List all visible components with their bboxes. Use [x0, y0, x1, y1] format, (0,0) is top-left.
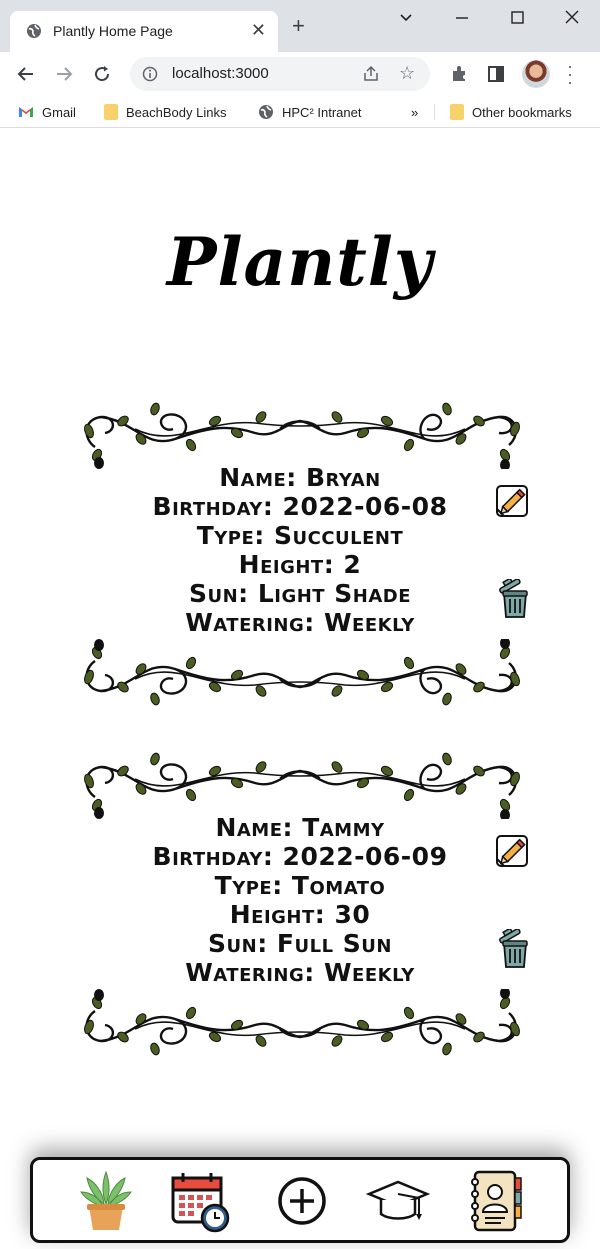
new-tab-icon[interactable]: + [292, 15, 305, 37]
vine-border-top [81, 400, 523, 469]
plant-info: Name: Bryan Birthday: 2022-06-08 Type: S… [70, 463, 530, 637]
plant-height: Height: 2 [238, 550, 362, 579]
bookmarks-overflow[interactable]: » [411, 102, 418, 122]
bookmark-divider [434, 104, 435, 120]
plant-birthday: Birthday: 2022-06-08 [152, 492, 448, 521]
gmail-icon [19, 107, 33, 117]
bookmark-intranet[interactable]: HPC² Intranet [258, 102, 361, 122]
bookmark-gmail[interactable]: Gmail [18, 102, 76, 122]
vine-border-bottom [81, 989, 523, 1058]
app-logo: Plantly [166, 223, 434, 301]
url-text: localhost:3000 [172, 65, 269, 82]
close-tab-icon[interactable]: ✕ [251, 20, 266, 41]
bookmark-beachbody[interactable]: BeachBody Links [104, 102, 226, 122]
plant-card: Name: Tammy Birthday: 2022-06-09 Type: T… [70, 749, 532, 1058]
plant-height: Height: 30 [229, 900, 371, 929]
back-icon[interactable] [16, 64, 36, 84]
site-info-icon[interactable] [142, 66, 158, 82]
bookmark-label: BeachBody Links [126, 104, 227, 120]
plant-name: Name: Tammy [215, 813, 385, 842]
globe-icon [27, 24, 41, 38]
bookmark-label: HPC² Intranet [282, 104, 362, 120]
plant-type: Type: Tomato [214, 871, 386, 900]
browser-toolbar: localhost:3000 ☆ · · · [0, 52, 600, 96]
globe-icon [259, 105, 273, 119]
share-icon[interactable] [362, 65, 380, 83]
plant-info: Name: Tammy Birthday: 2022-06-09 Type: T… [70, 813, 530, 987]
overflow-chevron-icon: » [411, 104, 419, 120]
minimize-icon[interactable] [450, 8, 474, 28]
edit-icon[interactable] [494, 831, 532, 869]
edit-icon[interactable] [494, 481, 532, 519]
bookmark-label: Other bookmarks [472, 104, 572, 120]
plant-watering: Watering: Weekly [185, 958, 415, 987]
tab-title: Plantly Home Page [53, 23, 173, 39]
address-book-icon[interactable] [463, 1168, 529, 1234]
reload-icon[interactable] [92, 64, 112, 84]
bookmark-other[interactable]: Other bookmarks [450, 102, 572, 122]
address-bar[interactable]: localhost:3000 ☆ [130, 57, 430, 91]
plant-birthday: Birthday: 2022-06-09 [152, 842, 448, 871]
bottom-nav-bar [30, 1157, 570, 1243]
bookmark-label: Gmail [42, 104, 76, 120]
close-window-icon[interactable] [560, 8, 584, 28]
trash-icon[interactable] [497, 579, 531, 619]
browser-tab[interactable]: Plantly Home Page ✕ [10, 11, 278, 52]
plant-card: Name: Bryan Birthday: 2022-06-08 Type: S… [70, 399, 532, 708]
menu-icon[interactable]: · · · [567, 57, 573, 91]
side-panel-icon[interactable] [486, 64, 506, 84]
plant-name: Name: Bryan [219, 463, 381, 492]
add-circle-icon[interactable] [269, 1168, 335, 1234]
bookmarks-bar: Gmail BeachBody Links HPC² Intranet » Ot… [0, 96, 600, 128]
browser-tabstrip: Plantly Home Page ✕ + [0, 0, 600, 52]
trash-icon[interactable] [497, 929, 531, 969]
bookmark-star-icon[interactable]: ☆ [399, 63, 415, 84]
plant-pot-icon[interactable] [73, 1168, 139, 1234]
vine-border-top [81, 750, 523, 819]
folder-icon [450, 104, 464, 120]
page-content: Plantly Name: Bryan Birthday: 2022-06-08… [0, 129, 600, 1249]
calendar-clock-icon[interactable] [167, 1168, 233, 1234]
profile-avatar[interactable] [522, 60, 550, 88]
graduation-cap-icon[interactable] [365, 1168, 431, 1234]
folder-icon [104, 104, 118, 120]
plant-sun: Sun: Full Sun [208, 929, 392, 958]
tab-search-chevron-icon[interactable] [394, 8, 418, 28]
plant-type: Type: Succulent [196, 521, 404, 550]
maximize-icon[interactable] [505, 8, 529, 28]
plant-watering: Watering: Weekly [185, 608, 415, 637]
extensions-icon[interactable] [449, 64, 469, 84]
forward-icon[interactable] [54, 64, 74, 84]
plant-sun: Sun: Light Shade [188, 579, 412, 608]
vine-border-bottom [81, 639, 523, 708]
